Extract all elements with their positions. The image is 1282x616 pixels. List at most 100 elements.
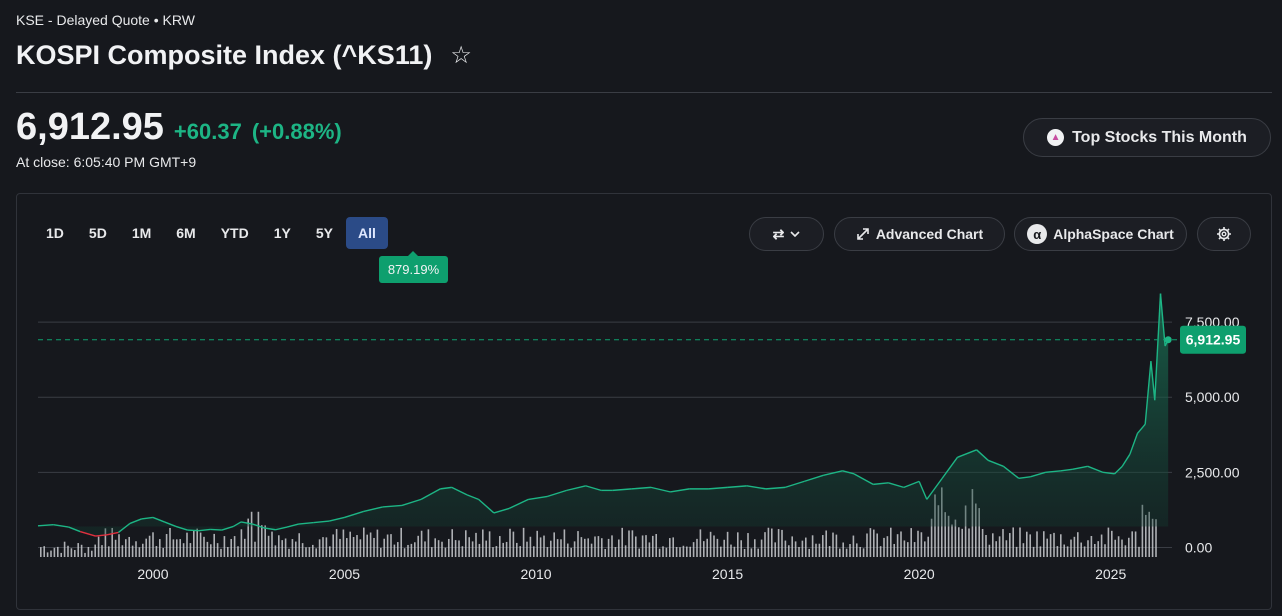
volume-bar xyxy=(726,531,729,557)
volume-bar xyxy=(182,543,185,557)
volume-bar xyxy=(87,547,90,557)
volume-bar xyxy=(672,537,674,557)
volume-bar xyxy=(652,535,654,557)
volume-bar xyxy=(40,547,42,557)
last-price-dot xyxy=(1164,336,1172,344)
volume-bar xyxy=(1053,532,1055,557)
price-area-fill xyxy=(38,293,1169,537)
volume-bar xyxy=(1049,534,1052,557)
volume-bar xyxy=(254,541,256,557)
volume-bar xyxy=(237,546,239,557)
volume-bar xyxy=(448,538,450,557)
volume-bar xyxy=(206,541,209,557)
volume-bar xyxy=(495,546,498,557)
volume-bar xyxy=(1073,536,1076,557)
volume-bar xyxy=(536,530,538,557)
volume-bar xyxy=(291,539,294,557)
volume-bar xyxy=(339,538,341,557)
volume-bar xyxy=(886,536,889,557)
price-line-segment xyxy=(210,528,222,531)
volume-bar xyxy=(716,538,719,557)
volume-bar xyxy=(1060,534,1062,557)
volume-bar xyxy=(1002,529,1004,557)
volume-bar xyxy=(913,542,916,557)
volume-bar xyxy=(1094,543,1096,557)
volume-bar xyxy=(665,547,668,557)
volume-bar xyxy=(689,546,691,557)
volume-bar xyxy=(186,532,188,557)
volume-bar xyxy=(774,542,776,557)
volume-bar xyxy=(1056,546,1059,557)
volume-bar xyxy=(74,550,76,557)
y-tick-label: 0.00 xyxy=(1185,539,1212,555)
volume-bar xyxy=(128,536,130,557)
volume-bar xyxy=(427,529,430,557)
volume-bar xyxy=(740,540,742,557)
volume-bar xyxy=(152,532,154,557)
volume-bar xyxy=(437,540,440,557)
x-tick-label: 2015 xyxy=(712,566,743,582)
volume-bar xyxy=(458,540,460,557)
volume-bar xyxy=(308,547,311,557)
volume-bar xyxy=(845,548,848,557)
volume-bar xyxy=(587,538,589,557)
x-tick-label: 2010 xyxy=(520,566,551,582)
volume-bar xyxy=(760,539,763,557)
volume-bar xyxy=(189,543,192,557)
volume-bar xyxy=(1111,530,1113,557)
volume-bar xyxy=(1104,544,1106,557)
volume-bar xyxy=(1138,546,1140,557)
volume-bar xyxy=(553,532,555,557)
volume-bar xyxy=(97,536,100,557)
volume-bar xyxy=(1043,531,1045,557)
volume-bar xyxy=(138,547,141,557)
volume-bar xyxy=(50,550,52,557)
volume-bar xyxy=(573,541,576,557)
volume-bar xyxy=(730,544,732,557)
price-chart[interactable]: 0.002,500.005,000.007,500.002000 2005 2010… xyxy=(0,0,1282,616)
volume-bar xyxy=(550,540,552,557)
volume-bar xyxy=(53,547,56,557)
volume-bar xyxy=(1134,531,1137,557)
volume-bar xyxy=(1117,536,1120,557)
volume-bar xyxy=(958,527,960,557)
volume-bar xyxy=(998,536,1001,557)
volume-bar xyxy=(505,541,508,557)
volume-bar xyxy=(645,535,647,557)
volume-bar xyxy=(1128,537,1130,557)
volume-bar xyxy=(682,545,685,557)
volume-bar xyxy=(849,544,851,557)
volume-bar xyxy=(342,529,345,557)
volume-bar xyxy=(771,528,773,557)
volume-bar xyxy=(529,536,532,557)
volume-bar xyxy=(454,540,457,557)
volume-bar xyxy=(271,531,273,557)
volume-bar xyxy=(295,541,297,557)
volume-bar xyxy=(1131,531,1133,557)
volume-bar xyxy=(618,539,620,557)
volume-bar xyxy=(274,545,277,557)
volume-bar xyxy=(43,546,45,557)
volume-bar xyxy=(1070,539,1072,557)
volume-bar xyxy=(288,548,290,557)
volume-bar xyxy=(46,552,49,557)
volume-bar xyxy=(352,537,355,557)
volume-bar xyxy=(1087,540,1089,557)
volume-bar xyxy=(451,529,453,557)
volume-bar xyxy=(1015,546,1018,557)
volume-bar xyxy=(114,539,117,557)
volume-bar xyxy=(788,545,790,557)
volume-bar xyxy=(363,527,365,557)
volume-bar xyxy=(896,534,899,557)
y-tick-label: 5,000.00 xyxy=(1185,389,1240,405)
volume-bar xyxy=(227,547,229,557)
volume-bar xyxy=(1063,544,1065,557)
volume-bar xyxy=(162,547,164,557)
volume-bar xyxy=(968,528,970,557)
volume-bar xyxy=(675,547,678,557)
volume-bar xyxy=(131,545,134,557)
volume-bar xyxy=(621,527,623,557)
volume-bar xyxy=(434,538,436,557)
volume-bar xyxy=(1077,532,1079,557)
volume-bar xyxy=(1046,538,1048,557)
